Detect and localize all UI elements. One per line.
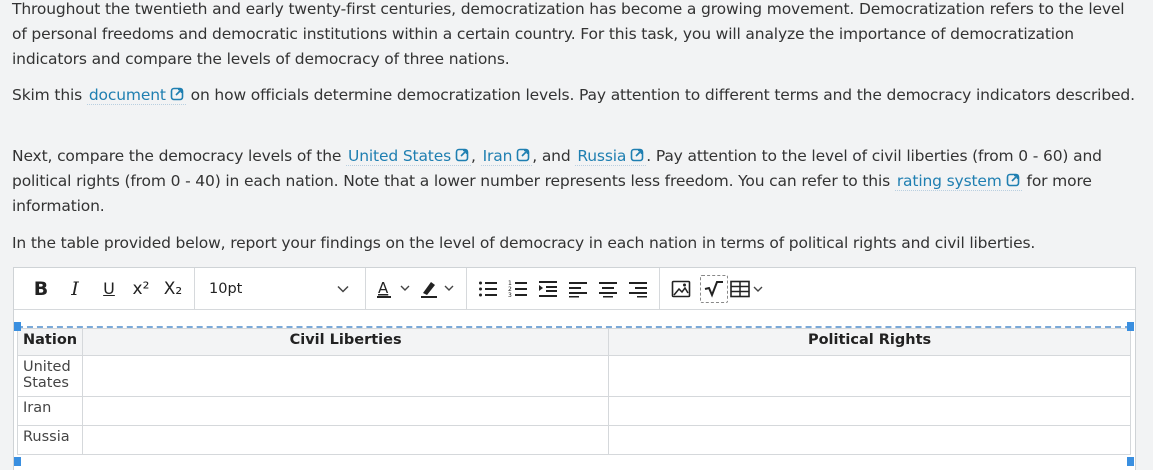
superscript-button[interactable]: x²	[126, 274, 156, 304]
indent-icon	[539, 280, 557, 297]
text-color-icon: A	[377, 279, 410, 298]
underline-button[interactable]: U	[94, 274, 124, 304]
toolbar-divider	[466, 267, 467, 310]
svg-text:3: 3	[508, 292, 512, 298]
numbered-list-icon: 123	[508, 280, 527, 298]
align-right-button[interactable]	[623, 274, 653, 304]
insert-table-button[interactable]	[728, 274, 768, 304]
external-link-icon	[455, 148, 469, 162]
square-root-icon	[704, 280, 723, 298]
toolbar-divider	[659, 267, 660, 310]
political-rights-cell[interactable]	[608, 396, 1131, 426]
text: , and	[532, 147, 576, 165]
toolbar-divider	[365, 267, 366, 310]
compare-paragraph: Next, compare the democracy levels of th…	[12, 144, 1142, 219]
toolbar-divider	[194, 267, 195, 310]
link-text: Russia	[577, 147, 627, 165]
external-link-icon	[630, 148, 644, 162]
table-icon	[730, 280, 763, 297]
highlight-color-button[interactable]	[416, 274, 460, 304]
font-size-value: 10pt	[209, 280, 243, 297]
rich-text-editor[interactable]: B I U x² X₂ 10pt A 123 Nation Civil Libe…	[13, 267, 1136, 470]
header-nation[interactable]: Nation	[16, 328, 84, 356]
font-size-select[interactable]: 10pt	[201, 281, 359, 297]
table-resize-handle[interactable]	[1127, 457, 1134, 466]
align-right-icon	[629, 281, 647, 297]
civil-liberties-cell[interactable]	[82, 355, 610, 397]
link-text: document	[88, 86, 166, 104]
iran-link[interactable]: Iran	[480, 147, 533, 166]
chevron-down-icon	[337, 285, 349, 293]
editor-toolbar: B I U x² X₂ 10pt A 123	[14, 267, 1135, 310]
skim-paragraph: Skim this document on how officials dete…	[12, 83, 1142, 108]
external-link-icon	[516, 148, 530, 162]
subscript-button[interactable]: X₂	[158, 274, 188, 304]
text: Skim this	[12, 86, 87, 104]
intro-paragraph: Throughout the twentieth and early twent…	[12, 0, 1125, 68]
table-header-row: Nation Civil Liberties Political Rights	[16, 328, 1131, 356]
political-rights-cell[interactable]	[608, 355, 1131, 397]
text: on how officials determine democratizati…	[185, 86, 1135, 104]
russia-link[interactable]: Russia	[575, 147, 647, 166]
indent-button[interactable]	[533, 274, 563, 304]
highlighter-icon	[421, 281, 454, 298]
table-resize-handle[interactable]	[14, 322, 21, 331]
numbered-list-button[interactable]: 123	[503, 274, 533, 304]
findings-table[interactable]: Nation Civil Liberties Political Rights …	[16, 328, 1131, 455]
external-link-icon	[1006, 173, 1020, 187]
svg-text:A: A	[378, 279, 389, 297]
link-text: rating system	[896, 172, 1002, 190]
text: Next, compare the democracy levels of th…	[12, 147, 347, 165]
text: ,	[471, 147, 481, 165]
image-icon	[671, 280, 691, 297]
align-center-icon	[599, 281, 617, 297]
text-color-button[interactable]: A	[372, 274, 416, 304]
bullet-list-icon	[479, 281, 497, 296]
table-row: Iran	[16, 396, 1131, 426]
table-row: Russia	[16, 425, 1131, 455]
align-left-button[interactable]	[563, 274, 593, 304]
align-left-icon	[569, 281, 587, 297]
rating-system-link[interactable]: rating system	[894, 172, 1022, 191]
link-text: United States	[348, 147, 452, 165]
political-rights-cell[interactable]	[608, 425, 1131, 455]
insert-equation-button[interactable]	[700, 274, 728, 303]
table-row: United States	[16, 355, 1131, 397]
external-link-icon	[170, 87, 184, 101]
bold-button[interactable]: B	[26, 274, 56, 304]
align-center-button[interactable]	[593, 274, 623, 304]
nation-cell[interactable]: Iran	[16, 396, 84, 426]
civil-liberties-cell[interactable]	[82, 396, 610, 426]
nation-cell[interactable]: Russia	[16, 425, 84, 455]
header-civil-liberties[interactable]: Civil Liberties	[82, 328, 610, 356]
table-resize-handle[interactable]	[14, 457, 21, 466]
findings-table-wrapper: Nation Civil Liberties Political Rights …	[16, 326, 1131, 455]
nation-cell[interactable]: United States	[16, 355, 84, 397]
bullet-list-button[interactable]	[473, 274, 503, 304]
table-instruction-paragraph: In the table provided below, report your…	[12, 234, 1036, 252]
table-resize-handle[interactable]	[1127, 322, 1134, 331]
united-states-link[interactable]: United States	[346, 147, 472, 166]
civil-liberties-cell[interactable]	[82, 425, 610, 455]
link-text: Iran	[482, 147, 513, 165]
document-link[interactable]: document	[86, 86, 186, 105]
insert-image-button[interactable]	[666, 274, 696, 304]
header-political-rights[interactable]: Political Rights	[608, 328, 1131, 356]
italic-button[interactable]: I	[60, 274, 90, 304]
